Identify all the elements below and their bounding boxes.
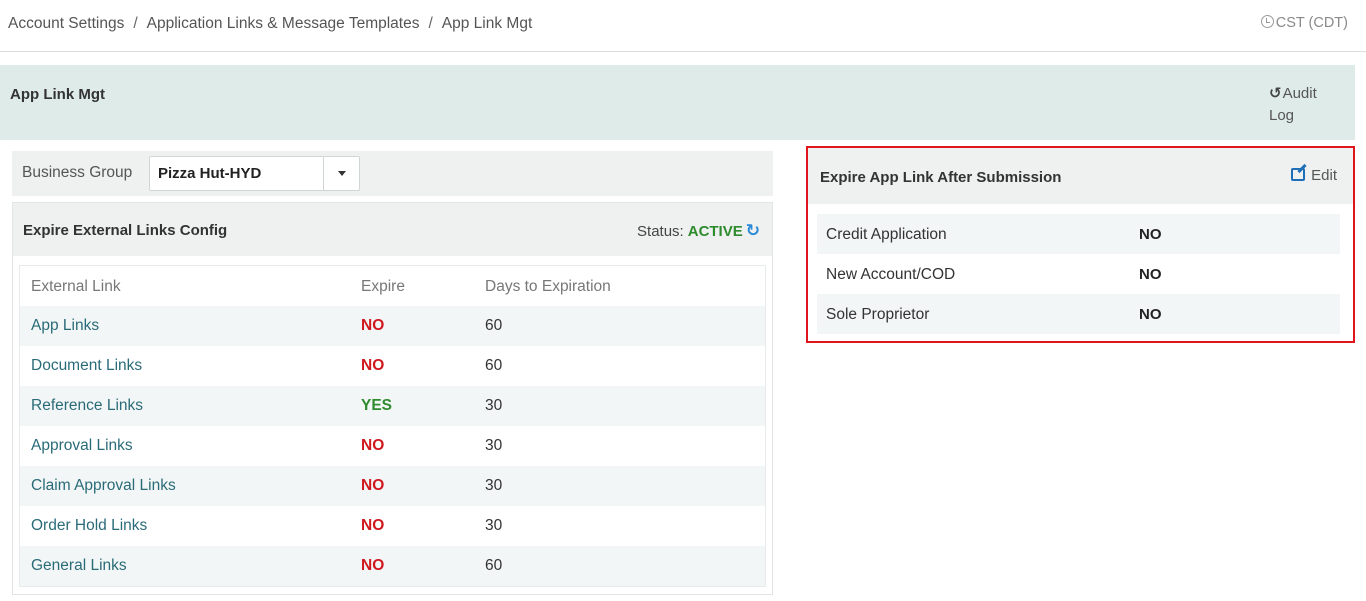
- list-item: Sole Proprietor NO: [817, 294, 1340, 334]
- business-group-label: Business Group: [22, 164, 133, 181]
- list-item: Credit Application NO: [817, 214, 1340, 254]
- audit-log-link[interactable]: ↺Audit Log: [1269, 83, 1339, 127]
- timezone-label: CST (CDT): [1275, 15, 1348, 31]
- clock-icon: [1260, 15, 1274, 28]
- table-row: Claim Approval Links NO 30: [20, 466, 765, 506]
- table-row: Approval Links NO 30: [20, 426, 765, 466]
- external-link-name[interactable]: App Links: [31, 317, 99, 335]
- setting-value: NO: [1139, 266, 1162, 283]
- refresh-icon[interactable]: ↻: [746, 221, 760, 240]
- external-links-title: Expire External Links Config: [23, 222, 228, 239]
- external-link-name[interactable]: Approval Links: [31, 437, 133, 455]
- chevron-down-icon[interactable]: [323, 157, 359, 190]
- breadcrumb: Account Settings / Application Links & Mes…: [8, 15, 532, 33]
- days-value: 60: [485, 557, 503, 574]
- external-link-name[interactable]: General Links: [31, 557, 127, 575]
- external-link-name[interactable]: Document Links: [31, 357, 142, 375]
- table-row: Order Hold Links NO 30: [20, 506, 765, 546]
- setting-label: New Account/COD: [826, 266, 956, 283]
- expire-value: NO: [361, 477, 385, 494]
- days-value: 30: [485, 477, 503, 494]
- days-value: 60: [485, 357, 503, 374]
- breadcrumb-account-settings[interactable]: Account Settings: [8, 15, 124, 32]
- status-badge: ACTIVE: [687, 223, 743, 240]
- setting-label: Sole Proprietor: [826, 306, 930, 323]
- breadcrumb-application-links[interactable]: Application Links & Message Templates: [147, 15, 420, 32]
- status-indicator: Status: ACTIVE ↻: [637, 221, 760, 241]
- external-links-panel-header: Expire External Links Config Status: ACTI…: [13, 203, 772, 256]
- status-label: Status:: [637, 223, 684, 240]
- top-bar: Account Settings / Application Links & Mes…: [0, 0, 1366, 52]
- column-header-expire: Expire: [361, 278, 405, 295]
- breadcrumb-separator: /: [133, 15, 138, 32]
- business-group-bar: Business Group Pizza Hut-HYD: [12, 151, 773, 196]
- external-link-name[interactable]: Order Hold Links: [31, 517, 147, 535]
- column-header-days: Days to Expiration: [485, 278, 611, 295]
- expire-value: NO: [361, 517, 385, 534]
- expire-value: NO: [361, 557, 385, 574]
- setting-value: NO: [1139, 226, 1162, 243]
- expire-after-submission-title: Expire App Link After Submission: [820, 169, 1062, 186]
- page-title: App Link Mgt: [10, 86, 105, 103]
- expire-after-submission-panel: Expire App Link After Submission Edit Cr…: [806, 146, 1355, 343]
- breadcrumb-separator: /: [428, 15, 433, 32]
- table-header: External Link Expire Days to Expiration: [20, 266, 765, 306]
- column-header-external-link: External Link: [31, 278, 121, 295]
- external-links-table: External Link Expire Days to Expiration …: [19, 265, 766, 587]
- expire-value: YES: [361, 397, 393, 414]
- expire-value: NO: [361, 437, 385, 454]
- edit-label: Edit: [1311, 167, 1337, 184]
- table-row: Document Links NO 60: [20, 346, 765, 386]
- external-links-panel: Expire External Links Config Status: ACTI…: [12, 202, 773, 595]
- expire-after-submission-header: Expire App Link After Submission Edit: [808, 148, 1353, 204]
- days-value: 30: [485, 517, 503, 534]
- setting-value: NO: [1139, 306, 1162, 323]
- timezone-indicator: CST (CDT): [1260, 15, 1348, 31]
- edit-button[interactable]: Edit: [1291, 167, 1337, 184]
- table-row: Reference Links YES 30: [20, 386, 765, 426]
- days-value: 30: [485, 437, 503, 454]
- expire-value: NO: [361, 317, 385, 334]
- breadcrumb-current: App Link Mgt: [441, 15, 533, 32]
- setting-label: Credit Application: [826, 226, 947, 243]
- business-group-select[interactable]: Pizza Hut-HYD: [149, 156, 360, 191]
- edit-icon: [1291, 168, 1306, 181]
- days-value: 60: [485, 317, 503, 334]
- external-link-name[interactable]: Claim Approval Links: [31, 477, 176, 495]
- table-row: App Links NO 60: [20, 306, 765, 346]
- page-header: App Link Mgt ↺Audit Log: [0, 65, 1355, 140]
- expire-value: NO: [361, 357, 385, 374]
- history-icon: ↺: [1269, 85, 1282, 102]
- business-group-value: Pizza Hut-HYD: [158, 165, 262, 182]
- table-row: General Links NO 60: [20, 546, 765, 586]
- external-link-name[interactable]: Reference Links: [31, 397, 143, 415]
- list-item: New Account/COD NO: [817, 254, 1340, 294]
- days-value: 30: [485, 397, 503, 414]
